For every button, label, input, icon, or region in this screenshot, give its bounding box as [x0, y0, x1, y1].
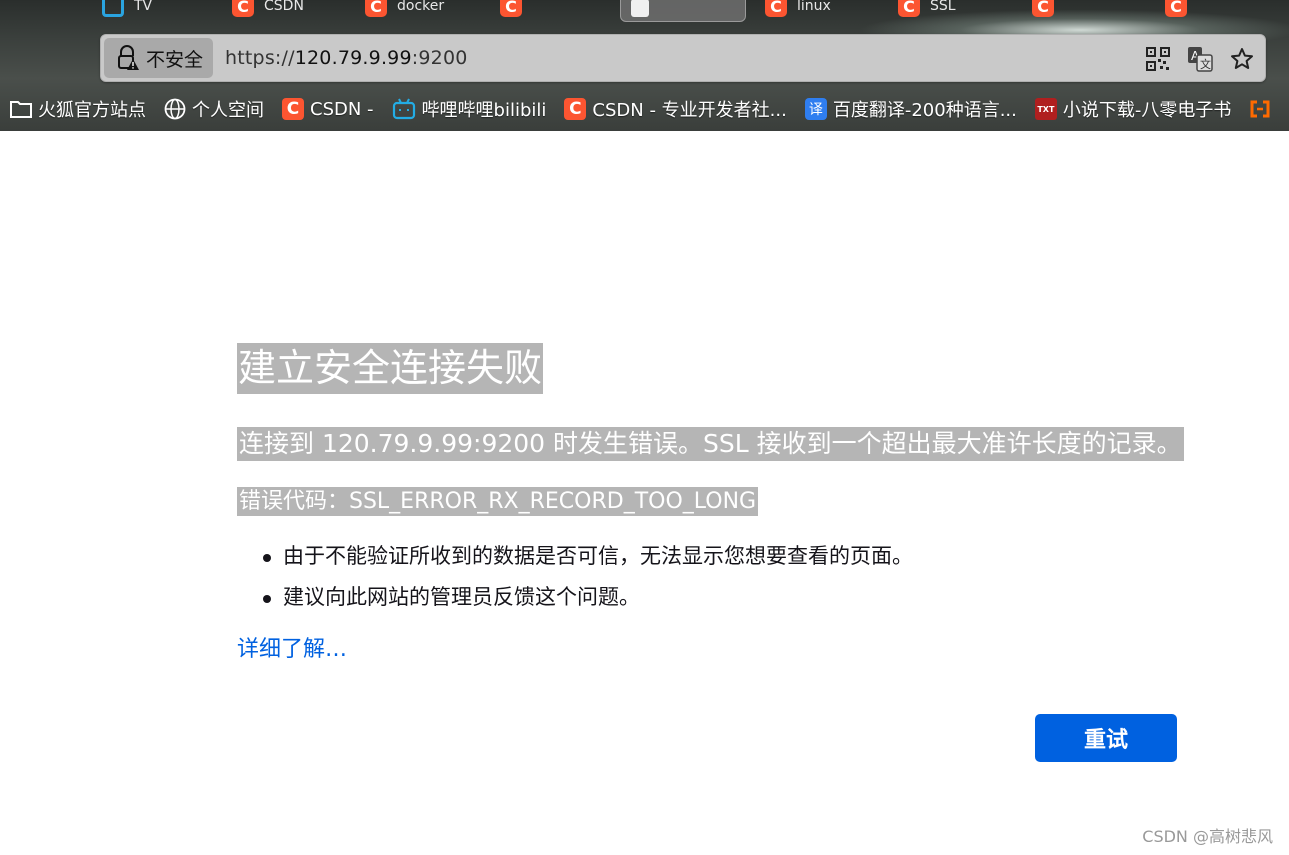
tab[interactable]: C — [1155, 0, 1207, 22]
csdn-icon: C — [765, 0, 787, 17]
error-page: 建立安全连接失败 连接到 120.79.9.99:9200 时发生错误。SSL … — [0, 131, 1289, 855]
bookmark-star-icon[interactable] — [1229, 46, 1255, 72]
bookmark-label: 小说下载-八零电子书 — [1062, 100, 1232, 121]
svg-text:文: 文 — [1200, 57, 1211, 71]
watermark: CSDN @高树悲风 — [1142, 827, 1273, 846]
bookmark-item[interactable]: 个人空间 — [164, 96, 264, 122]
csdn-icon: C — [898, 0, 920, 17]
tab[interactable] — [0, 0, 16, 22]
tab-label: TV — [134, 0, 153, 14]
tab-label: docker — [397, 0, 445, 14]
insecure-lock-icon — [118, 45, 139, 70]
bookmark-item[interactable]: C CSDN - — [282, 98, 374, 120]
tab[interactable]: C docker — [355, 0, 454, 22]
tab[interactable]: C linux — [755, 0, 841, 22]
qr-code-icon[interactable] — [1145, 46, 1171, 72]
csdn-icon: C — [500, 0, 522, 17]
bookmark-label: 个人空间 — [192, 100, 264, 121]
list-item: 建议向此网站的管理员反馈这个问题。 — [263, 577, 913, 618]
bookmark-label: CSDN - 专业开发者社... — [592, 100, 787, 121]
txt-icon: TXT — [1034, 98, 1057, 120]
list-item: 由于不能验证所收到的数据是否可信，无法显示您想要查看的页面。 — [263, 536, 913, 577]
bookmark-label: CSDN - — [310, 98, 374, 120]
globe-icon — [164, 98, 186, 120]
error-code: 错误代码：SSL_ERROR_RX_RECORD_TOO_LONG — [237, 487, 759, 516]
bookmark-item[interactable]: 火狐官方站点 — [10, 96, 146, 122]
csdn-icon: C — [1032, 0, 1054, 17]
url-scheme: https:// — [225, 47, 295, 69]
tab[interactable]: TV — [92, 0, 162, 22]
security-label: 不安全 — [146, 48, 204, 71]
learn-more-link[interactable]: 详细了解… — [237, 631, 347, 663]
tab-active[interactable] — [620, 0, 746, 22]
tab-label: linux — [797, 0, 831, 14]
error-description: 连接到 120.79.9.99:9200 时发生错误。SSL 接收到一个超出最大… — [237, 427, 1184, 461]
tab[interactable]: C — [490, 0, 542, 22]
csdn-icon: C — [232, 0, 254, 17]
bookmark-item-overflow[interactable] — [1249, 99, 1277, 119]
tab[interactable]: C — [1022, 0, 1074, 22]
tab[interactable]: C CSDN — [222, 0, 314, 22]
error-title: 建立安全连接失败 — [237, 343, 544, 394]
url-text[interactable]: https://120.79.9.99:9200 — [225, 47, 468, 69]
csdn-icon: C — [564, 98, 587, 120]
aliyun-icon — [1249, 99, 1271, 119]
bookmark-item[interactable]: TXT 小说下载-八零电子书 — [1034, 96, 1232, 122]
tab-label: SSL — [930, 0, 956, 14]
bilibili-icon — [392, 98, 416, 120]
csdn-icon: C — [1165, 0, 1187, 17]
site-security-button[interactable]: 不安全 — [104, 38, 214, 78]
bookmark-label: 火狐官方站点 — [38, 100, 146, 121]
retry-button[interactable]: 重试 — [1035, 714, 1177, 762]
bookmark-item[interactable]: 译 百度翻译-200种语言... — [804, 96, 1017, 122]
bookmark-label: 哔哩哔哩bilibili — [421, 100, 547, 121]
folder-icon — [10, 99, 32, 119]
csdn-icon: C — [282, 98, 304, 120]
bookmark-item[interactable]: 哔哩哔哩bilibili — [392, 96, 547, 122]
url-host: 120.79.9.99 — [294, 47, 412, 69]
tv-icon — [102, 0, 124, 17]
browser-chrome: TV C CSDN C docker C C linux C SSL C C 不… — [0, 0, 1289, 131]
translate-icon[interactable]: A 文 — [1187, 46, 1213, 72]
tab[interactable]: C SSL — [888, 0, 966, 22]
tab-strip: TV C CSDN C docker C C linux C SSL C C — [0, 0, 1289, 26]
url-bar[interactable]: 不安全 https://120.79.9.99:9200 A 文 — [100, 34, 1266, 82]
url-port: :9200 — [411, 47, 468, 69]
error-details-list: 由于不能验证所收到的数据是否可信，无法显示您想要查看的页面。 建议向此网站的管理… — [263, 536, 913, 618]
bookmark-label: 百度翻译-200种语言... — [832, 100, 1017, 121]
lock-icon — [631, 0, 649, 17]
translate-icon: 译 — [804, 98, 827, 120]
bookmarks-bar: 火狐官方站点 个人空间 C CSDN - 哔哩哔哩bilibili C CSDN… — [0, 92, 1289, 126]
tab-label: CSDN — [264, 0, 304, 14]
csdn-icon: C — [365, 0, 387, 17]
bookmark-item[interactable]: C CSDN - 专业开发者社... — [564, 96, 787, 122]
